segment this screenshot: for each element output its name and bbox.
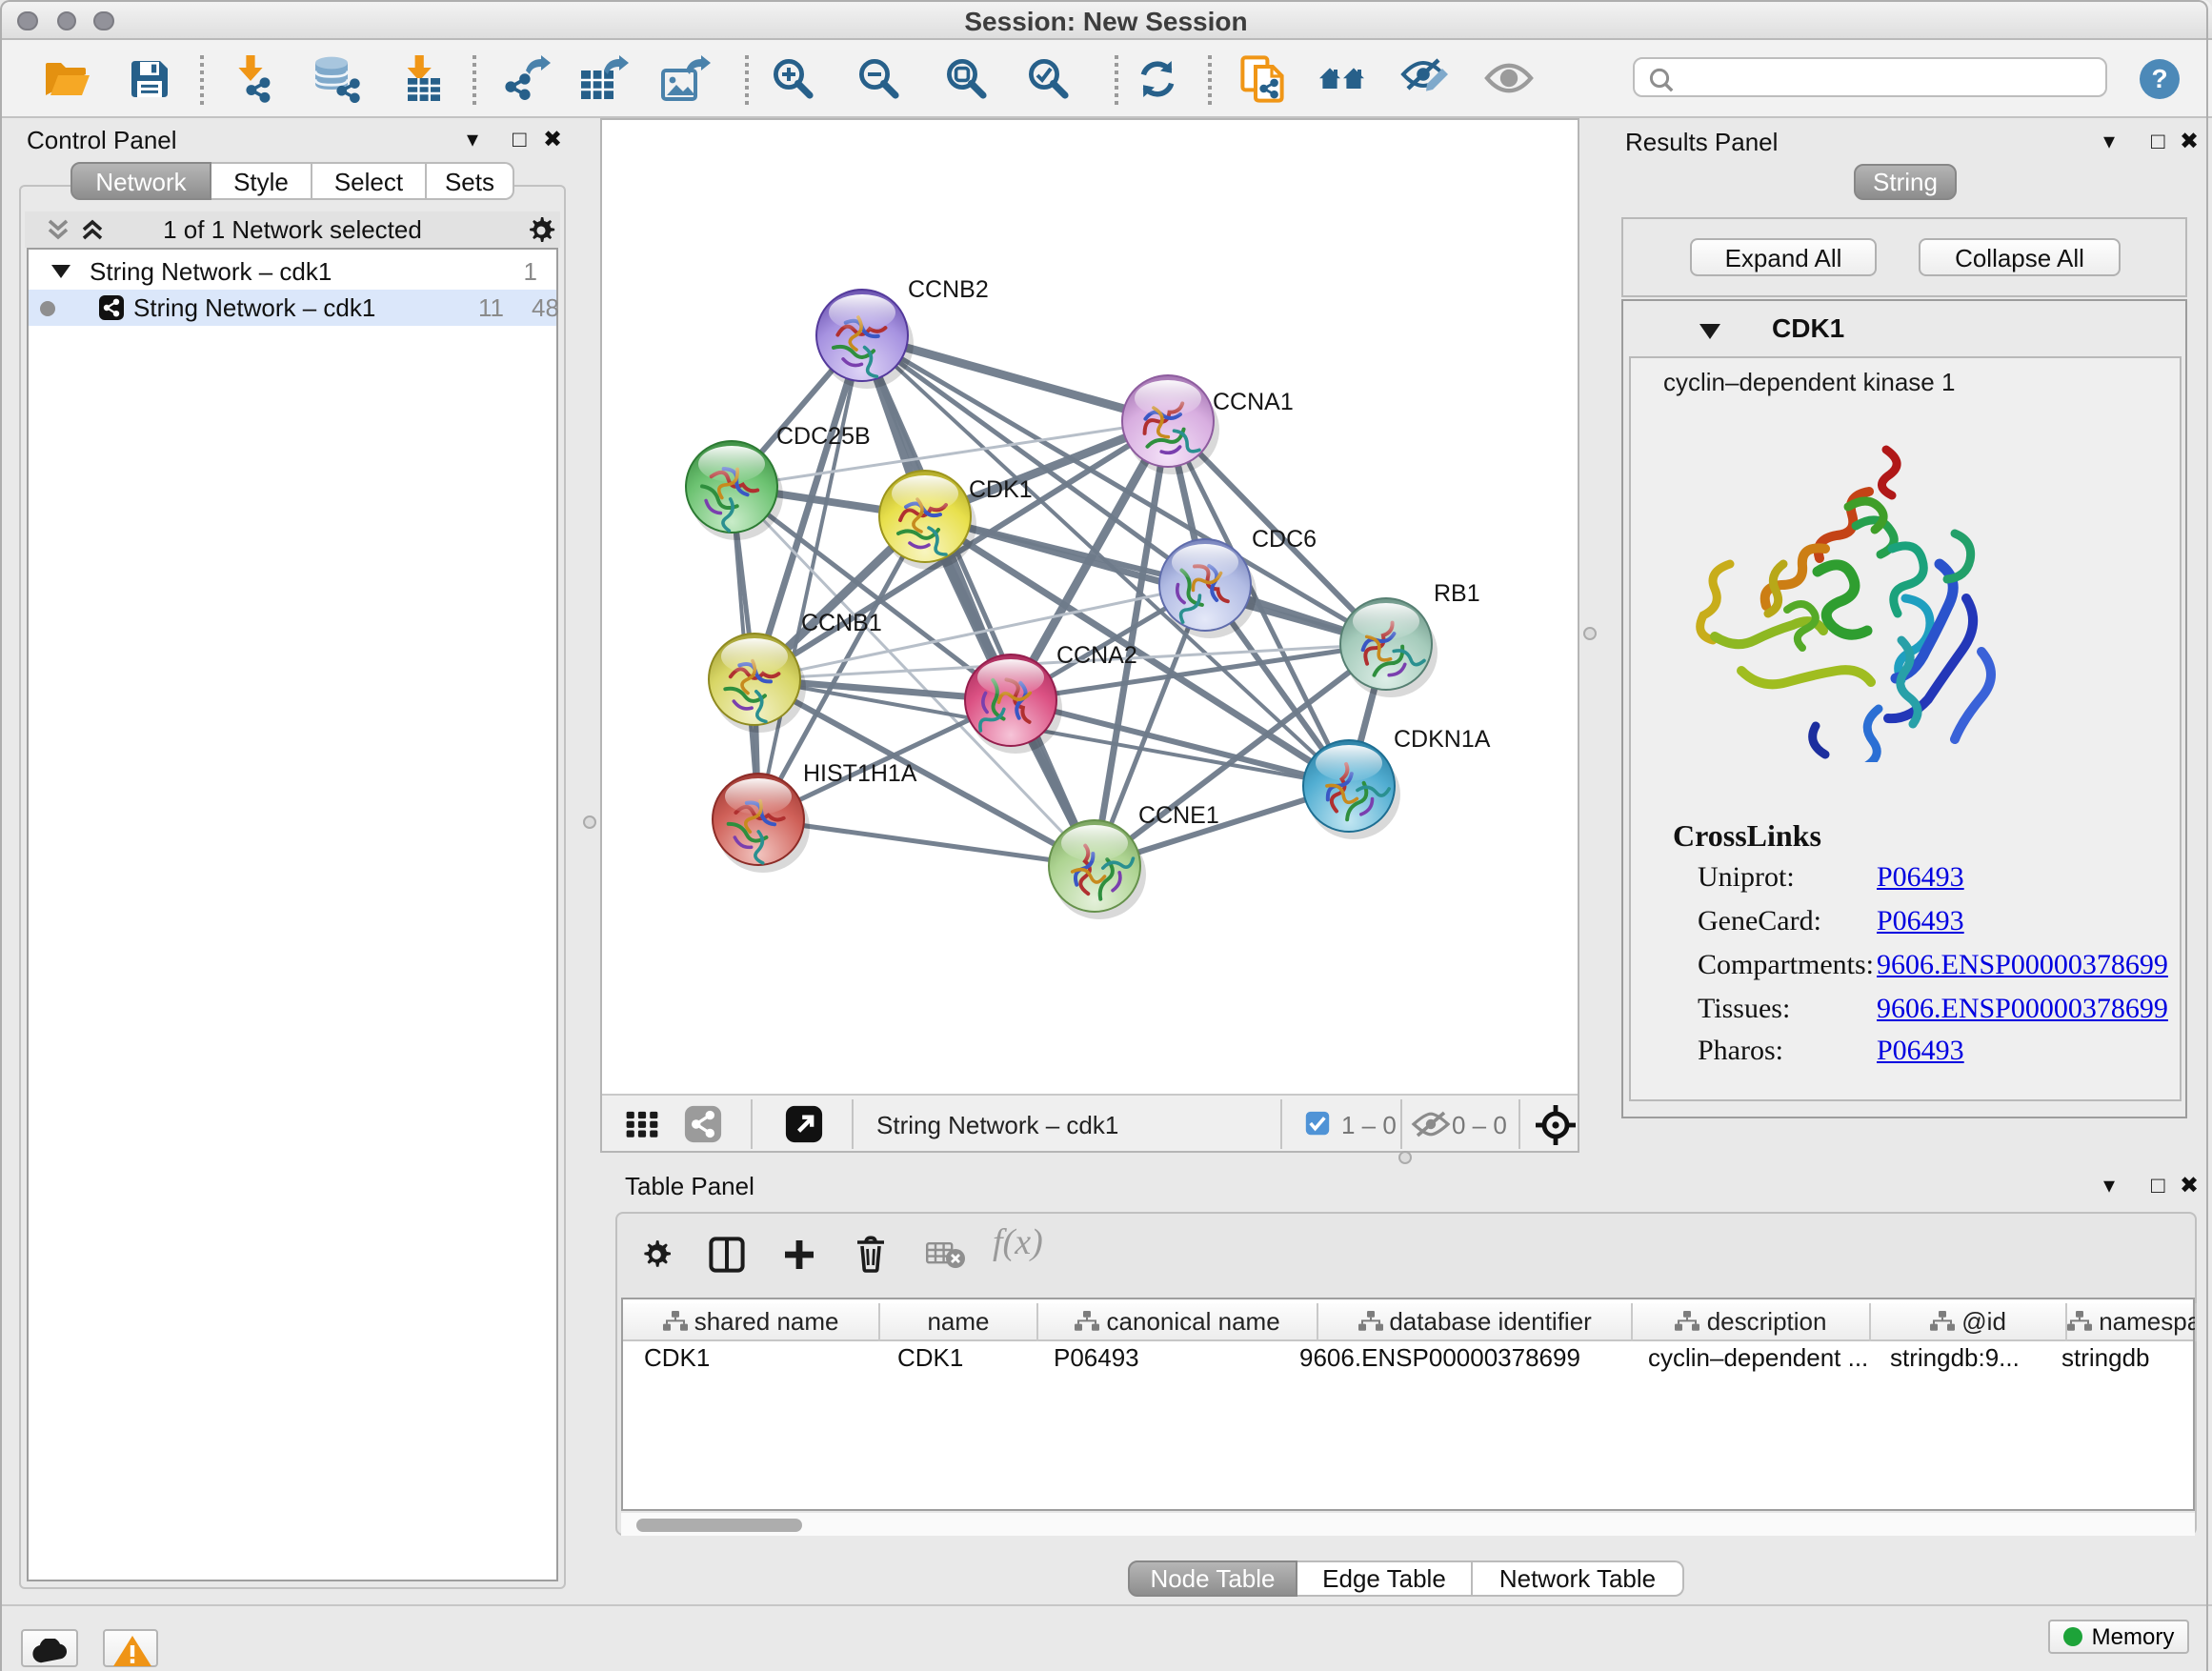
svg-text:CCNA2: CCNA2 [1056,642,1137,669]
svg-text:CCNE1: CCNE1 [1138,802,1219,829]
svg-text:CCNB1: CCNB1 [801,610,882,636]
svg-text:RB1: RB1 [1434,580,1480,607]
svg-text:CDK1: CDK1 [969,476,1033,503]
svg-text:CCNA1: CCNA1 [1213,389,1294,415]
svg-text:CDC6: CDC6 [1252,526,1317,553]
svg-text:CCNB2: CCNB2 [908,276,989,303]
svg-text:CDKN1A: CDKN1A [1394,726,1491,753]
svg-text:HIST1H1A: HIST1H1A [803,760,917,787]
svg-text:CDC25B: CDC25B [776,423,871,450]
